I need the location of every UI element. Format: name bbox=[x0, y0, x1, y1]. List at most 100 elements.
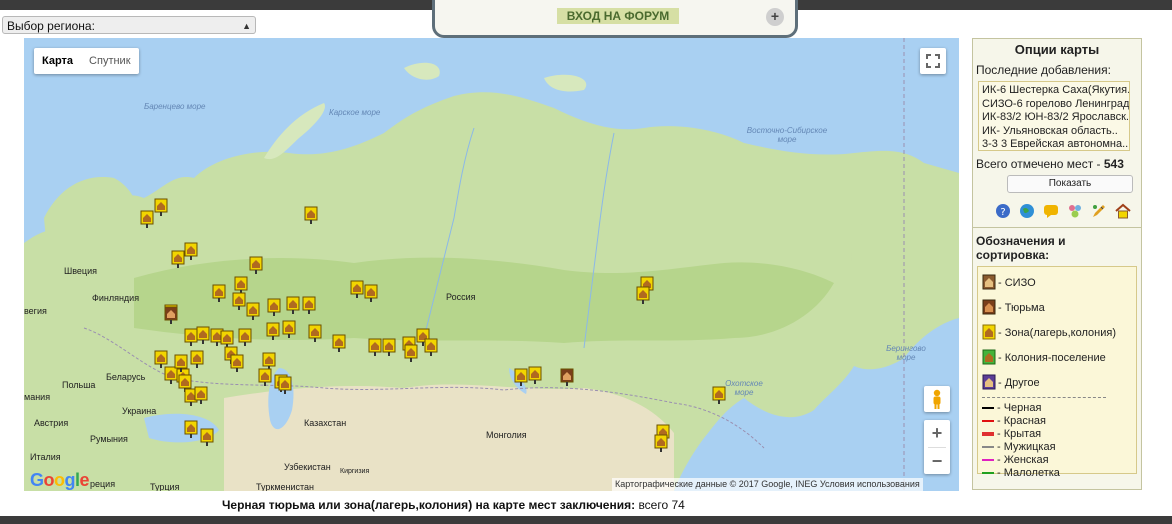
zone-marker[interactable] bbox=[238, 328, 252, 346]
legend-item-prison[interactable]: - Тюрьма bbox=[982, 295, 1132, 320]
zone-marker[interactable] bbox=[560, 368, 574, 386]
legend-title: Обозначения и сортировка: bbox=[976, 234, 1066, 262]
zone-marker-icon bbox=[424, 338, 438, 356]
select-arrows-icon: ▲ bbox=[242, 21, 251, 31]
map-type-satellite-button[interactable]: Спутник bbox=[81, 48, 138, 74]
forum-expand-button[interactable]: + bbox=[766, 8, 784, 26]
zoom-out-button[interactable]: − bbox=[924, 448, 950, 475]
zone-marker[interactable] bbox=[712, 386, 726, 404]
map-attribution[interactable]: Картографические данные © 2017 Google, I… bbox=[612, 478, 923, 491]
map-type-map-button[interactable]: Карта bbox=[34, 48, 81, 74]
recent-list[interactable]: ИК-6 Шестерка Саха(Якутия.. СИЗО-6 горел… bbox=[978, 81, 1130, 151]
legend-swatch bbox=[982, 419, 994, 422]
zone-marker[interactable] bbox=[258, 368, 272, 386]
legend-line-red[interactable]: - Красная bbox=[982, 414, 1132, 427]
map-label-kyrgyzstan: Киргизия bbox=[340, 468, 370, 475]
forum-panel: ВХОД НА ФОРУМ + bbox=[432, 0, 798, 38]
zone-marker[interactable] bbox=[190, 350, 204, 368]
zone-marker-icon bbox=[308, 324, 322, 342]
forum-login-button[interactable]: ВХОД НА ФОРУМ bbox=[557, 8, 679, 24]
prison-marker-icon bbox=[982, 299, 996, 314]
zone-marker[interactable] bbox=[230, 354, 244, 372]
zone-marker-icon bbox=[382, 338, 396, 356]
zone-marker[interactable] bbox=[368, 338, 382, 356]
zone-marker[interactable] bbox=[424, 338, 438, 356]
zoom-in-button[interactable]: + bbox=[924, 420, 950, 447]
zone-marker[interactable] bbox=[304, 206, 318, 224]
legend-line-label: - Мужицкая bbox=[997, 440, 1056, 453]
zone-marker-icon bbox=[302, 296, 316, 314]
zone-marker[interactable] bbox=[266, 322, 280, 340]
legend-swatch bbox=[982, 406, 994, 409]
zone-marker[interactable] bbox=[350, 280, 364, 298]
zone-marker[interactable] bbox=[262, 352, 276, 370]
legend-item-zone[interactable]: - Зона(лагерь,колония) bbox=[982, 320, 1132, 345]
legend-line-juvenile[interactable]: - Малолетка bbox=[982, 466, 1132, 479]
zone-marker[interactable] bbox=[286, 296, 300, 314]
zone-marker[interactable] bbox=[267, 298, 281, 316]
fullscreen-button[interactable] bbox=[920, 48, 946, 74]
zone-marker[interactable] bbox=[234, 276, 248, 294]
zone-marker[interactable] bbox=[404, 344, 418, 362]
legend-line-covered[interactable]: - Крытая bbox=[982, 427, 1132, 440]
legend-item-sizo[interactable]: - СИЗО bbox=[982, 270, 1132, 295]
zone-marker[interactable] bbox=[196, 326, 210, 344]
legend-line-men[interactable]: - Мужицкая bbox=[982, 440, 1132, 453]
map-label-turkey: Турция bbox=[150, 482, 180, 491]
map-type-control: Карта Спутник bbox=[34, 48, 139, 74]
zone-marker-icon bbox=[404, 344, 418, 362]
other-marker-icon bbox=[982, 374, 996, 389]
zone-marker-icon bbox=[364, 284, 378, 302]
legend-divider bbox=[982, 397, 1106, 398]
zone-marker[interactable] bbox=[528, 366, 542, 384]
zone-marker[interactable] bbox=[246, 302, 260, 320]
globe-icon[interactable] bbox=[1019, 203, 1035, 219]
chat-icon[interactable] bbox=[1043, 203, 1059, 219]
zone-marker[interactable] bbox=[154, 198, 168, 216]
zone-marker[interactable] bbox=[332, 334, 346, 352]
zone-marker[interactable] bbox=[164, 306, 178, 324]
zone-marker[interactable] bbox=[140, 210, 154, 228]
legend-item-settlement[interactable]: - Колония-поселение bbox=[982, 345, 1132, 370]
zone-marker[interactable] bbox=[200, 428, 214, 446]
legend-line-women[interactable]: - Женская bbox=[982, 453, 1132, 466]
map[interactable]: Карта Спутник + − Баренцево море Карское… bbox=[24, 38, 959, 491]
settlement-marker-icon bbox=[982, 349, 996, 364]
zone-marker[interactable] bbox=[308, 324, 322, 342]
zone-marker[interactable] bbox=[174, 354, 188, 372]
region-select[interactable]: Выбор региона: ▲ bbox=[2, 16, 256, 34]
zone-marker[interactable] bbox=[654, 434, 668, 452]
zone-marker[interactable] bbox=[249, 256, 263, 274]
people-icon[interactable] bbox=[1067, 203, 1083, 219]
map-label-mongolia: Монголия bbox=[486, 430, 527, 440]
recent-item[interactable]: 3-3 3 Еврейская автономна.. bbox=[982, 138, 1128, 150]
zone-marker[interactable] bbox=[514, 368, 528, 386]
zone-marker[interactable] bbox=[636, 286, 650, 304]
help-icon[interactable]: ? bbox=[995, 203, 1011, 219]
zone-marker[interactable] bbox=[232, 292, 246, 310]
zoom-control: + − bbox=[924, 420, 950, 474]
edit-icon[interactable] bbox=[1091, 203, 1107, 219]
zone-marker[interactable] bbox=[171, 250, 185, 268]
zone-marker[interactable] bbox=[382, 338, 396, 356]
zone-marker[interactable] bbox=[278, 376, 292, 394]
recent-item[interactable]: ИК-6 Шестерка Саха(Якутия.. bbox=[982, 84, 1129, 98]
zone-marker[interactable] bbox=[154, 350, 168, 368]
legend-line-black[interactable]: - Черная bbox=[982, 401, 1132, 414]
zone-marker[interactable] bbox=[194, 386, 208, 404]
zone-marker[interactable] bbox=[212, 284, 226, 302]
zone-marker[interactable] bbox=[184, 420, 198, 438]
recent-item[interactable]: ИК-83/2 ЮН-83/2 Ярославск.. bbox=[982, 111, 1129, 125]
zone-marker-icon bbox=[232, 292, 246, 310]
recent-item[interactable]: ИК- Ульяновская область.. bbox=[982, 125, 1126, 139]
zone-marker[interactable] bbox=[220, 330, 234, 348]
show-button[interactable]: Показать bbox=[1007, 175, 1133, 193]
legend-item-other[interactable]: - Другое bbox=[982, 370, 1132, 395]
street-view-button[interactable] bbox=[924, 386, 950, 412]
zone-marker[interactable] bbox=[184, 242, 198, 260]
zone-marker[interactable] bbox=[282, 320, 296, 338]
recent-item[interactable]: СИЗО-6 горелово Ленинград.. bbox=[982, 98, 1129, 112]
home-icon[interactable] bbox=[1115, 203, 1131, 219]
zone-marker[interactable] bbox=[302, 296, 316, 314]
zone-marker[interactable] bbox=[364, 284, 378, 302]
